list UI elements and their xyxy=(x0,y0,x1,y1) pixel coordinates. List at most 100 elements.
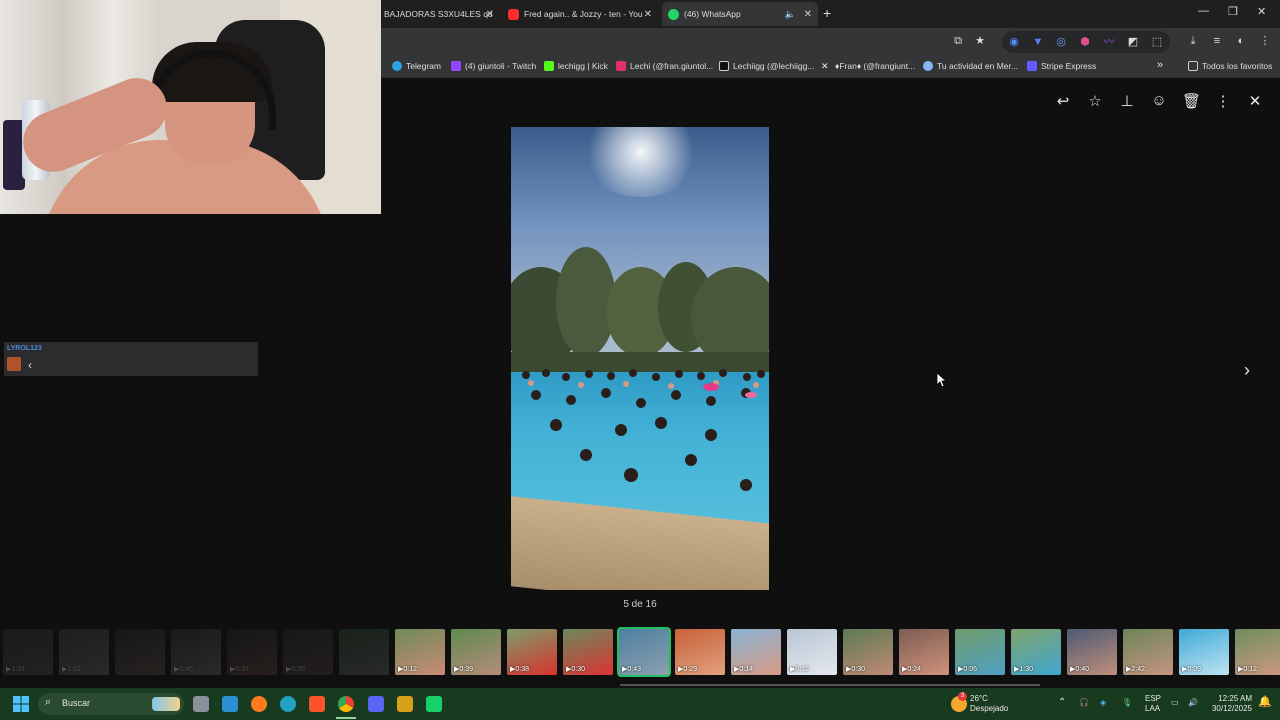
security-icon[interactable]: ◈ xyxy=(1100,698,1106,708)
menu-kebab-icon[interactable]: ⋮ xyxy=(1258,34,1272,48)
kick-icon xyxy=(544,61,554,71)
weather-widget[interactable]: 26°C Despejado xyxy=(970,694,1008,714)
volume-icon[interactable]: 🔊 xyxy=(1188,698,1198,708)
thumbnail[interactable]: ▶0:35 xyxy=(283,629,333,675)
thumbnail[interactable]: ▶0:39 xyxy=(451,629,501,675)
media-counter: 5 de 16 xyxy=(623,599,657,610)
bookmark-tiktok[interactable]: Lechiigg (@lechiigg... xyxy=(719,61,814,71)
language-indicator[interactable]: ESP LAA xyxy=(1145,694,1161,714)
emoji-react-icon[interactable]: ☺ xyxy=(1150,92,1168,109)
close-icon[interactable]: ✕ xyxy=(804,9,812,20)
thumbnail[interactable]: ▶0:14 xyxy=(731,629,781,675)
thumbnail[interactable]: ▶0:12 xyxy=(1235,629,1280,675)
close-icon[interactable]: ✕ xyxy=(486,9,494,20)
chrome-icon[interactable] xyxy=(338,696,354,712)
thumbnail[interactable]: ▶0:30 xyxy=(563,629,613,675)
file-explorer-icon[interactable] xyxy=(397,696,413,712)
bookmark-mercadolibre[interactable]: Tu actividad en Mer... xyxy=(923,61,1018,71)
reading-list-icon[interactable]: ≡ xyxy=(1210,34,1224,48)
thumbnail[interactable]: ▶1:31 xyxy=(3,629,53,675)
all-bookmarks-button[interactable]: Todos los favoritos xyxy=(1188,61,1272,71)
thumbnail-duration: ▶0:30 xyxy=(566,666,586,673)
thumbnail[interactable]: ▶0:30 xyxy=(843,629,893,675)
headphones-icon[interactable]: 🎧 xyxy=(1079,698,1089,708)
download-icon[interactable]: ⤓ xyxy=(1186,34,1200,48)
task-view-icon[interactable] xyxy=(193,696,209,712)
widgets-icon[interactable] xyxy=(222,696,238,712)
thumbnail[interactable]: ▶1:52 xyxy=(59,629,109,675)
thumbnail[interactable]: ▶0:12 xyxy=(787,629,837,675)
tab-bajadoras[interactable]: BAJADORAS S3XU4LES qu ✕ xyxy=(378,4,500,24)
next-media-button[interactable]: › xyxy=(1238,360,1256,381)
extension-4-icon[interactable]: ⬢ xyxy=(1078,35,1092,49)
more-options-icon[interactable]: ⋮ xyxy=(1214,92,1232,110)
chat-overlay: LYROL123 ‹ xyxy=(4,342,258,376)
bookmarks-overflow-button[interactable]: » xyxy=(1157,59,1163,71)
thumbnail[interactable]: ▶0:40 xyxy=(1067,629,1117,675)
tab-whatsapp[interactable]: (46) WhatsApp 🔈 ✕ xyxy=(662,2,818,26)
reply-icon[interactable]: ↩ xyxy=(1054,92,1072,110)
profile-icon[interactable]: ◐ xyxy=(1234,34,1248,48)
thumbnail[interactable]: ▶0:38 xyxy=(507,629,557,675)
install-app-icon[interactable]: ⧉ xyxy=(951,34,965,48)
microphone-icon[interactable]: 🎙 xyxy=(1122,698,1132,708)
bookmark-twitch[interactable]: (4) giuntoli - Twitch xyxy=(451,61,536,71)
star-icon[interactable]: ☆ xyxy=(1086,92,1104,110)
clock[interactable]: 12:25 AM 30/12/2025 xyxy=(1209,694,1252,714)
thumbnail-scrollbar[interactable] xyxy=(620,684,1040,686)
thumbnail[interactable]: ▶0:06 xyxy=(955,629,1005,675)
window-close-icon[interactable]: ✕ xyxy=(1257,5,1266,18)
thumbnail-duration: ▶0:14 xyxy=(734,666,754,673)
close-viewer-icon[interactable]: ✕ xyxy=(1246,92,1264,110)
extension-3-icon[interactable]: ◎ xyxy=(1054,35,1068,49)
network-icon[interactable]: ▭ xyxy=(1171,698,1179,708)
new-tab-icon[interactable]: + xyxy=(823,5,831,21)
thumbnail[interactable]: ▶0:46 xyxy=(171,629,221,675)
trash-icon[interactable]: 🗑 xyxy=(1182,92,1201,110)
thumbnail[interactable]: ▶0:24 xyxy=(899,629,949,675)
chevron-double-right-icon: » xyxy=(1157,59,1164,71)
thumbnail[interactable]: ▶2:42 xyxy=(1123,629,1173,675)
thumbnail[interactable]: ▶0:37 xyxy=(227,629,277,675)
bookmark-telegram[interactable]: Telegram xyxy=(392,61,441,71)
bookmark-instagram[interactable]: Lechi (@fran.giuntol... xyxy=(616,61,713,71)
thumbnail[interactable]: ▶0:29 xyxy=(675,629,725,675)
tab-youtube[interactable]: Fred again.. & Jozzy - ten - You ✕ xyxy=(502,4,658,24)
windows-start-icon[interactable] xyxy=(13,696,29,712)
thumbnail[interactable]: ▶1:30 xyxy=(1011,629,1061,675)
bookmark-kick[interactable]: lechigg | Kick xyxy=(544,61,608,71)
thumbnail-duration: ▶0:29 xyxy=(678,666,698,673)
thumbnail[interactable] xyxy=(339,629,389,675)
speaker-icon[interactable]: 🔈 xyxy=(785,9,796,20)
media-video[interactable] xyxy=(511,127,769,590)
thumbnail[interactable]: ▶0:12 xyxy=(395,629,445,675)
tray-chevron-up-icon[interactable]: ⌃ xyxy=(1058,698,1066,708)
bookmark-x[interactable]: ✕ ♦Fran♦ (@frangiunt... xyxy=(821,61,915,71)
bookmark-label: Lechi (@fran.giuntol... xyxy=(630,61,714,71)
bookmark-label: Lechiigg (@lechiigg... xyxy=(733,61,815,71)
extension-1-icon[interactable]: ◉ xyxy=(1007,35,1021,49)
thumbnail-duration: ▶1:30 xyxy=(1014,666,1034,673)
restore-icon[interactable]: ❐ xyxy=(1228,5,1238,18)
pin-icon[interactable]: ⊥ xyxy=(1118,92,1136,110)
extensions-puzzle-icon[interactable]: ⬚ xyxy=(1150,35,1164,49)
close-icon[interactable]: ✕ xyxy=(644,9,652,20)
bookmark-star-icon[interactable]: ★ xyxy=(973,34,987,48)
twitch-icon xyxy=(451,61,461,71)
brave-icon[interactable] xyxy=(309,696,325,712)
extension-2-icon[interactable]: ▼ xyxy=(1031,35,1045,49)
extension-5-icon[interactable]: 〰 xyxy=(1102,35,1116,49)
firefox-icon[interactable] xyxy=(251,696,267,712)
thumbnail[interactable] xyxy=(115,629,165,675)
edge-icon[interactable] xyxy=(280,696,296,712)
minimize-icon[interactable]: — xyxy=(1198,5,1209,17)
notifications-icon[interactable]: 🔔 xyxy=(1258,697,1272,708)
bookmark-stripe[interactable]: Stripe Express xyxy=(1027,61,1096,71)
thumbnail-selected[interactable]: ▶0:43 xyxy=(617,627,671,677)
discord-icon[interactable] xyxy=(368,696,384,712)
whatsapp-taskbar-icon[interactable] xyxy=(426,696,442,712)
thumbnail-duration: ▶0:38 xyxy=(510,666,530,673)
thumbnail[interactable]: ▶0:09 xyxy=(1179,629,1229,675)
extension-6-icon[interactable]: ◩ xyxy=(1126,35,1140,49)
search-icon: ⌕ xyxy=(45,696,52,708)
